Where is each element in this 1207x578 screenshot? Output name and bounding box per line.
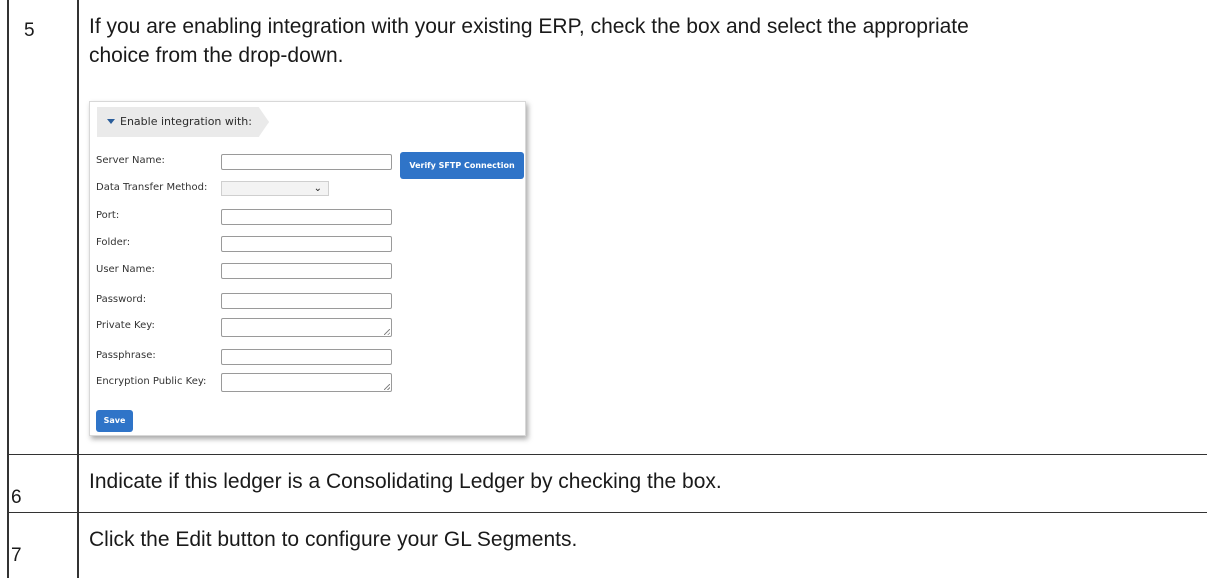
table-column-divider xyxy=(77,0,79,578)
enable-integration-header[interactable]: Enable integration with: xyxy=(97,107,269,137)
encryption-public-key-textarea[interactable] xyxy=(221,373,392,392)
passphrase-input[interactable] xyxy=(221,349,392,365)
panel-title: Enable integration with: xyxy=(120,115,252,128)
step-text: Click the Edit button to configure your … xyxy=(89,528,578,551)
user-name-label: User Name: xyxy=(96,264,155,275)
step-number: 7 xyxy=(11,545,22,566)
step-text-line: choice from the drop-down. xyxy=(89,44,344,67)
save-button[interactable]: Save xyxy=(96,410,133,432)
chevron-down-icon: ⌄ xyxy=(313,183,322,194)
port-label: Port: xyxy=(96,210,120,221)
server-name-label: Server Name: xyxy=(96,155,165,166)
step-text: If you are enabling integration with you… xyxy=(89,12,969,70)
step-number: 6 xyxy=(11,487,22,508)
user-name-input[interactable] xyxy=(221,263,392,279)
step-text: Indicate if this ledger is a Consolidati… xyxy=(89,470,722,493)
folder-input[interactable] xyxy=(221,236,392,252)
data-transfer-method-label: Data Transfer Method: xyxy=(96,182,208,193)
private-key-textarea[interactable] xyxy=(221,318,392,337)
server-name-input[interactable] xyxy=(221,154,392,170)
private-key-label: Private Key: xyxy=(96,320,155,331)
password-input[interactable] xyxy=(221,293,392,309)
resize-grip-icon[interactable] xyxy=(384,384,390,390)
table-left-border xyxy=(7,0,9,578)
caret-down-icon xyxy=(107,119,115,124)
encryption-public-key-label: Encryption Public Key: xyxy=(96,376,207,387)
passphrase-label: Passphrase: xyxy=(96,350,156,361)
data-transfer-method-select[interactable]: ⌄ xyxy=(221,181,329,196)
folder-label: Folder: xyxy=(96,237,131,248)
verify-sftp-button[interactable]: Verify SFTP Connection xyxy=(400,152,524,179)
step-text-line: If you are enabling integration with you… xyxy=(89,15,969,38)
port-input[interactable] xyxy=(221,209,392,225)
step-number: 5 xyxy=(24,20,35,41)
row-divider-6-7 xyxy=(7,512,1207,513)
resize-grip-icon[interactable] xyxy=(384,329,390,335)
integration-form-screenshot: Enable integration with: Server Name: Ve… xyxy=(89,101,526,436)
row-divider-5-6 xyxy=(7,454,1207,455)
password-label: Password: xyxy=(96,294,147,305)
